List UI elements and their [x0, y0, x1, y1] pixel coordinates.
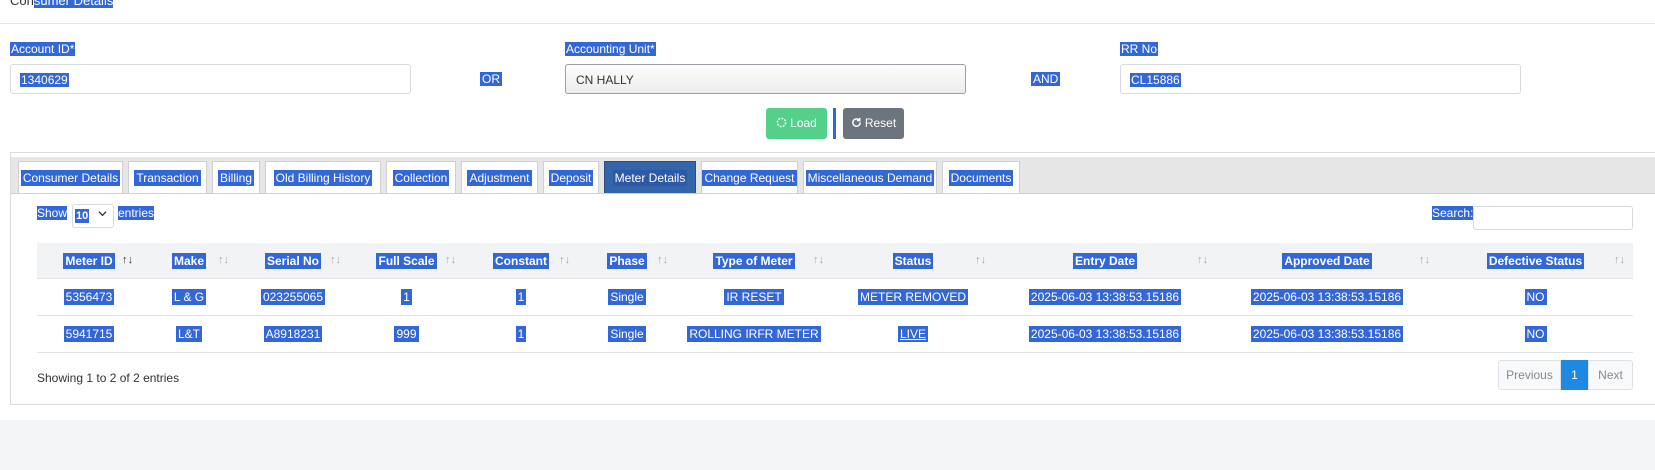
cell-meter-id: 5356473	[63, 289, 115, 305]
col-status[interactable]: Status ↑↓	[832, 243, 994, 279]
page-size-value: 10	[75, 209, 90, 223]
table-row: 5941715 L&T A8918231 999 1 Single ROLLIN…	[37, 315, 1633, 353]
and-label: AND	[1031, 72, 1061, 86]
cell-make: L & G	[171, 289, 207, 305]
tab-consumer-details[interactable]: Consumer Details	[18, 161, 123, 193]
pagination-previous[interactable]: Previous	[1498, 360, 1561, 390]
pagination-next[interactable]: Next	[1588, 360, 1633, 390]
tab-documents[interactable]: Documents	[942, 161, 1020, 193]
cell-serial-no: A8918231	[263, 326, 323, 342]
cell-serial-no: 023255065	[260, 289, 326, 305]
tab-meter-details[interactable]: Meter Details	[604, 161, 696, 193]
col-type-of-meter[interactable]: Type of Meter ↑↓	[676, 243, 832, 279]
cell-type-of-meter: IR RESET	[724, 289, 784, 305]
col-entry-date[interactable]: Entry Date ↑↓	[994, 243, 1216, 279]
cell-defective-status: NO	[1524, 289, 1547, 305]
col-constant[interactable]: Constant ↑↓	[464, 243, 578, 279]
cell-make: L&T	[175, 326, 202, 342]
chevron-down-icon	[98, 209, 107, 221]
tab-billing[interactable]: Billing	[212, 161, 260, 193]
cell-approved-date: 2025-06-03 13:38:53.15186	[1250, 289, 1404, 305]
status-link[interactable]: LIVE	[897, 326, 928, 342]
sort-icon: ↑↓	[1419, 254, 1430, 266]
tab-collection[interactable]: Collection	[386, 161, 456, 193]
load-label: Load	[790, 116, 817, 130]
account-id-value: 1340629	[20, 73, 69, 87]
cell-constant: 1	[515, 289, 527, 305]
cell-phase: Single	[608, 289, 646, 305]
col-phase[interactable]: Phase ↑↓	[578, 243, 676, 279]
tab-transaction[interactable]: Transaction	[128, 161, 207, 193]
table-header-row: Meter ID ↑↓ Make ↑↓ Serial No ↑↓ Full Scale…	[37, 243, 1633, 279]
reset-button[interactable]: Reset	[843, 108, 904, 139]
col-make[interactable]: Make ↑↓	[141, 243, 237, 279]
cell-entry-date: 2025-06-03 13:38:53.15186	[1028, 289, 1182, 305]
cell-entry-date: 2025-06-03 13:38:53.15186	[1028, 326, 1182, 342]
table-row: 5356473 L & G 023255065 1 1 Single IR RE…	[37, 278, 1633, 316]
cell-approved-date: 2025-06-03 13:38:53.15186	[1250, 326, 1404, 342]
show-label: Show	[37, 206, 68, 220]
cell-full-scale: 1	[401, 289, 412, 305]
or-label: OR	[480, 72, 502, 86]
account-id-input[interactable]: 1340629	[10, 64, 411, 94]
col-serial-no[interactable]: Serial No ↑↓	[237, 243, 349, 279]
button-divider	[833, 108, 836, 139]
reset-label: Reset	[864, 116, 897, 130]
meter-details-table: Meter ID ↑↓ Make ↑↓ Serial No ↑↓ Full Scale…	[37, 243, 1633, 353]
tab-miscellaneous-demand[interactable]: Miscellaneous Demand	[803, 161, 937, 193]
cell-phase: Single	[608, 326, 646, 342]
sort-icon: ↑↓	[559, 254, 570, 266]
rr-no-label: RR No	[1120, 42, 1159, 56]
col-approved-date[interactable]: Approved Date ↑↓	[1216, 243, 1438, 279]
rr-no-value: CL15886	[1130, 73, 1181, 87]
page-title: Consumer Details	[10, 0, 114, 9]
refresh-icon	[851, 108, 862, 139]
sort-icon: ↑↓	[813, 254, 824, 266]
sort-icon: ↑↓	[975, 254, 986, 266]
search-input[interactable]	[1473, 206, 1633, 230]
pagination-page-1[interactable]: 1	[1561, 360, 1588, 390]
rr-no-input[interactable]: CL15886	[1120, 64, 1521, 94]
sort-asc-icon: ↑↓	[122, 254, 133, 266]
col-defective-status[interactable]: Defective Status ↑↓	[1438, 243, 1633, 279]
section-header: Consumer Details	[0, 0, 1655, 24]
sort-icon: ↑↓	[1197, 254, 1208, 266]
col-meter-id[interactable]: Meter ID ↑↓	[37, 243, 141, 279]
sort-icon: ↑↓	[445, 254, 456, 266]
sort-icon: ↑↓	[657, 254, 668, 266]
cell-constant: 1	[515, 326, 527, 342]
tab-old-billing-history[interactable]: Old Billing History	[265, 161, 381, 193]
cell-meter-id: 5941715	[63, 326, 115, 342]
accounting-unit-label: Accounting Unit*	[565, 42, 656, 56]
load-button[interactable]: Load	[766, 108, 827, 139]
sort-icon: ↑↓	[330, 254, 341, 266]
sort-icon: ↑↓	[218, 254, 229, 266]
cell-full-scale: 999	[394, 326, 419, 342]
page-size-select[interactable]: 10	[72, 204, 114, 228]
tab-bar: Consumer Details Transaction Billing Old…	[11, 157, 1655, 194]
search-label: Search:	[1432, 206, 1474, 220]
accounting-unit-value: CN HALLY	[576, 73, 634, 87]
cell-status: METER REMOVED	[857, 289, 968, 305]
tab-adjustment[interactable]: Adjustment	[461, 161, 538, 193]
accounting-unit-select[interactable]: CN HALLY	[565, 64, 966, 94]
sort-icon: ↑↓	[1614, 254, 1625, 266]
col-full-scale[interactable]: Full Scale ↑↓	[349, 243, 464, 279]
tab-deposit[interactable]: Deposit	[543, 161, 599, 193]
table-info: Showing 1 to 2 of 2 entries	[37, 371, 180, 385]
spinner-icon	[776, 108, 787, 139]
account-id-label: Account ID*	[10, 42, 76, 56]
cell-defective-status: NO	[1524, 326, 1547, 342]
entries-label: entries	[118, 206, 155, 220]
tab-change-request[interactable]: Change Request	[701, 161, 798, 193]
cell-type-of-meter: ROLLING IRFR METER	[687, 326, 821, 342]
